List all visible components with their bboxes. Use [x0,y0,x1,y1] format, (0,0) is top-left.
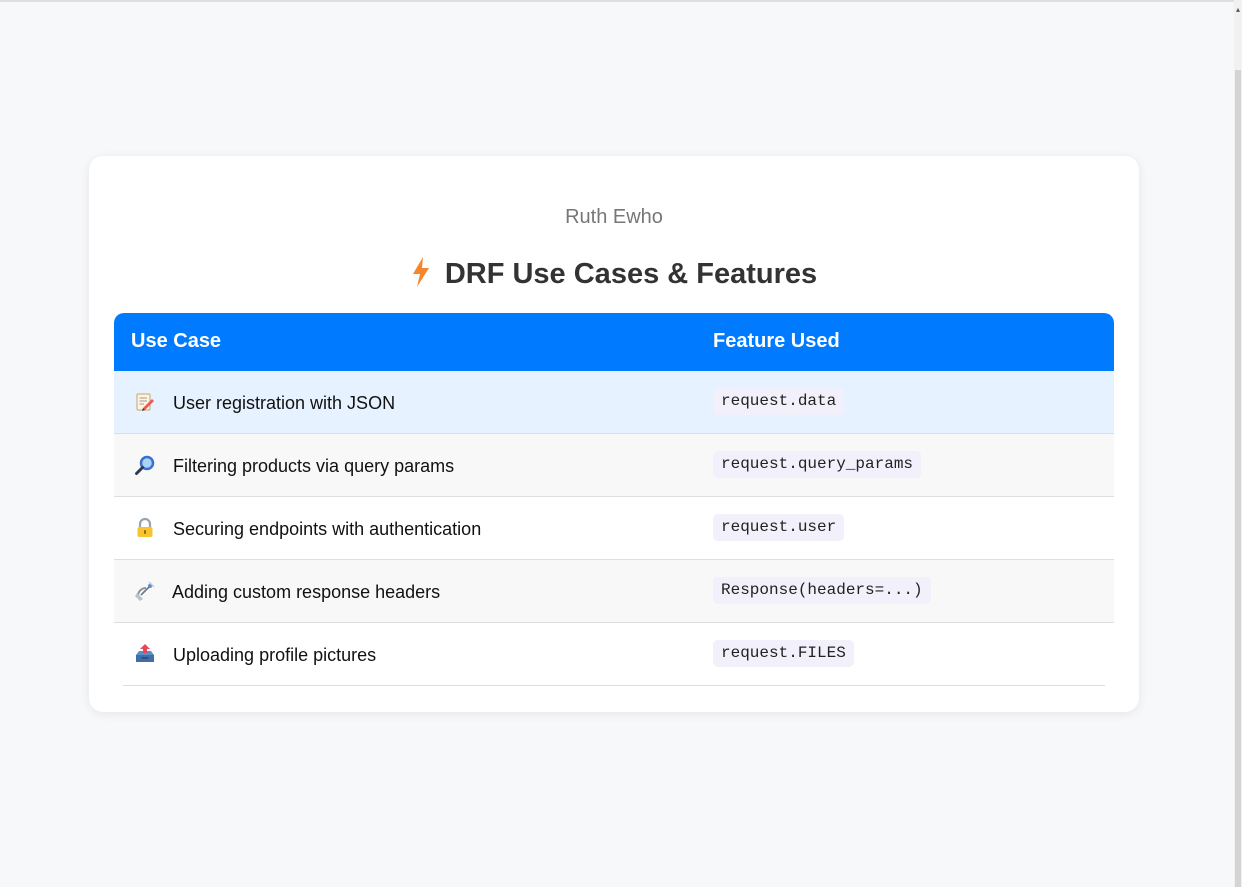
use-case-text: Adding custom response headers [172,582,441,602]
use-cases-table: Use Case Feature Used User registration … [114,313,1114,686]
scrollbar[interactable]: ▴ [1234,0,1242,887]
table-row: Adding custom response headers Response(… [114,560,1114,623]
memo-icon [136,393,154,411]
use-case-text: Securing endpoints with authentication [173,519,482,539]
table-row: User registration with JSON request.data [114,371,1114,434]
table-header: Use Case Feature Used [114,313,1114,371]
scroll-up-arrow-icon[interactable]: ▴ [1234,6,1242,14]
outbox-icon [136,644,154,662]
table-bottom-divider [123,685,1105,686]
column-header-feature-used: Feature Used [713,330,840,352]
content-card: Ruth Ewho DRF Use Cases & Features Use C… [89,156,1139,712]
column-header-use-case: Use Case [131,330,222,352]
feature-code: request.FILES [713,640,854,667]
satellite-icon [135,581,155,601]
use-case-text: Uploading profile pictures [173,645,377,665]
magnifier-icon [135,455,155,475]
use-case-text: User registration with JSON [173,393,396,413]
page-title: DRF Use Cases & Features [89,257,1139,291]
top-border [0,0,1234,2]
feature-code: Response(headers=...) [713,577,931,604]
feature-code: request.query_params [713,451,922,478]
feature-code: request.user [713,514,845,541]
table-row: Uploading profile pictures request.FILES [114,623,1114,685]
lightning-bolt-icon [412,257,429,288]
author-name: Ruth Ewho [565,206,663,228]
lock-icon [137,517,153,537]
table-row: Securing endpoints with authentication r… [114,497,1114,560]
use-case-text: Filtering products via query params [173,456,455,476]
page-title-text: DRF Use Cases & Features [444,258,818,290]
table-row: Filtering products via query params requ… [114,434,1114,497]
feature-code: request.data [713,388,845,415]
scrollbar-thumb[interactable] [1235,70,1241,887]
